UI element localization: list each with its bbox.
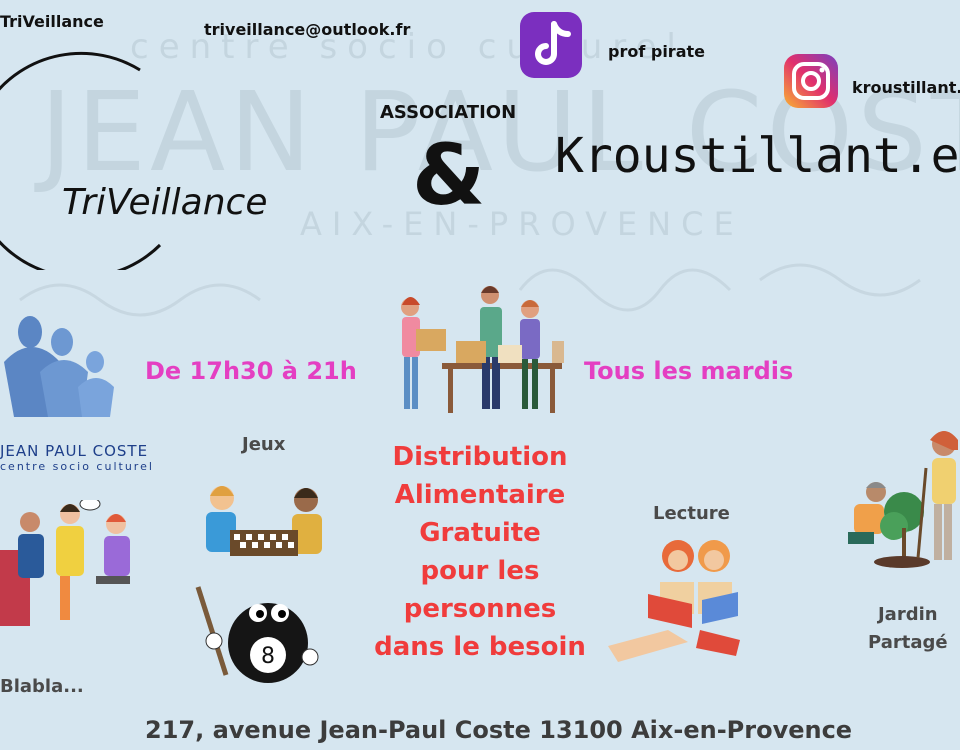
main-message-line3: Gratuite <box>419 518 541 548</box>
gardening-illustration <box>848 431 958 568</box>
activity-games-label: Jeux <box>242 434 286 455</box>
food-distribution-illustration <box>401 286 564 413</box>
activity-garden-label: Jardin Partagé <box>868 601 948 657</box>
billiard-ball-number: 8 <box>261 644 275 669</box>
billiard-ball-icon: 8 <box>195 586 319 683</box>
tiktok-icon[interactable] <box>520 12 582 78</box>
schedule-hours: De 17h30 à 21h <box>145 357 357 385</box>
main-message-line2: Alimentaire <box>394 480 566 510</box>
instagram-icon[interactable] <box>784 54 838 108</box>
main-message-line4: pour les <box>420 556 540 586</box>
chatting-group-illustration <box>0 500 130 626</box>
tiktok-handle: prof pirate <box>608 42 705 61</box>
partner-name: Kroustillant.e <box>555 128 960 184</box>
activity-chat-label: Blabla... <box>0 676 84 697</box>
watermark-city-text: AIX-EN-PROVENCE <box>300 205 744 243</box>
main-message-line6: dans le besoin <box>374 632 586 662</box>
email-link[interactable]: triveillance@outlook.fr <box>204 20 410 39</box>
chess-players-illustration <box>206 486 322 556</box>
activity-reading-label: Lecture <box>653 503 730 524</box>
main-message-line5: personnes <box>403 594 557 624</box>
main-message-line1: Distribution <box>392 442 568 472</box>
triveillance-logo-text: TriVeillance <box>62 182 268 223</box>
triveillance-circle-logo <box>0 51 162 270</box>
activity-garden-line2: Partagé <box>868 632 948 653</box>
schedule-days: Tous les mardis <box>584 357 794 385</box>
activity-garden-line1: Jardin <box>877 604 938 625</box>
reading-children-illustration <box>608 540 740 662</box>
main-message: Distribution Alimentaire Gratuite pour l… <box>338 438 622 666</box>
centre-logo-subtitle: centre socio culturel <box>0 460 154 473</box>
instagram-handle: kroustillant.e <box>852 78 960 97</box>
association-label: ASSOCIATION <box>380 102 517 123</box>
centre-logo-name: JEAN PAUL COSTE <box>0 442 149 460</box>
brand-handle: TriVeillance <box>0 12 104 31</box>
centre-logo-figures <box>4 316 114 417</box>
ampersand: & <box>412 126 486 224</box>
footer-address: 217, avenue Jean-Paul Coste 13100 Aix-en… <box>145 716 853 744</box>
